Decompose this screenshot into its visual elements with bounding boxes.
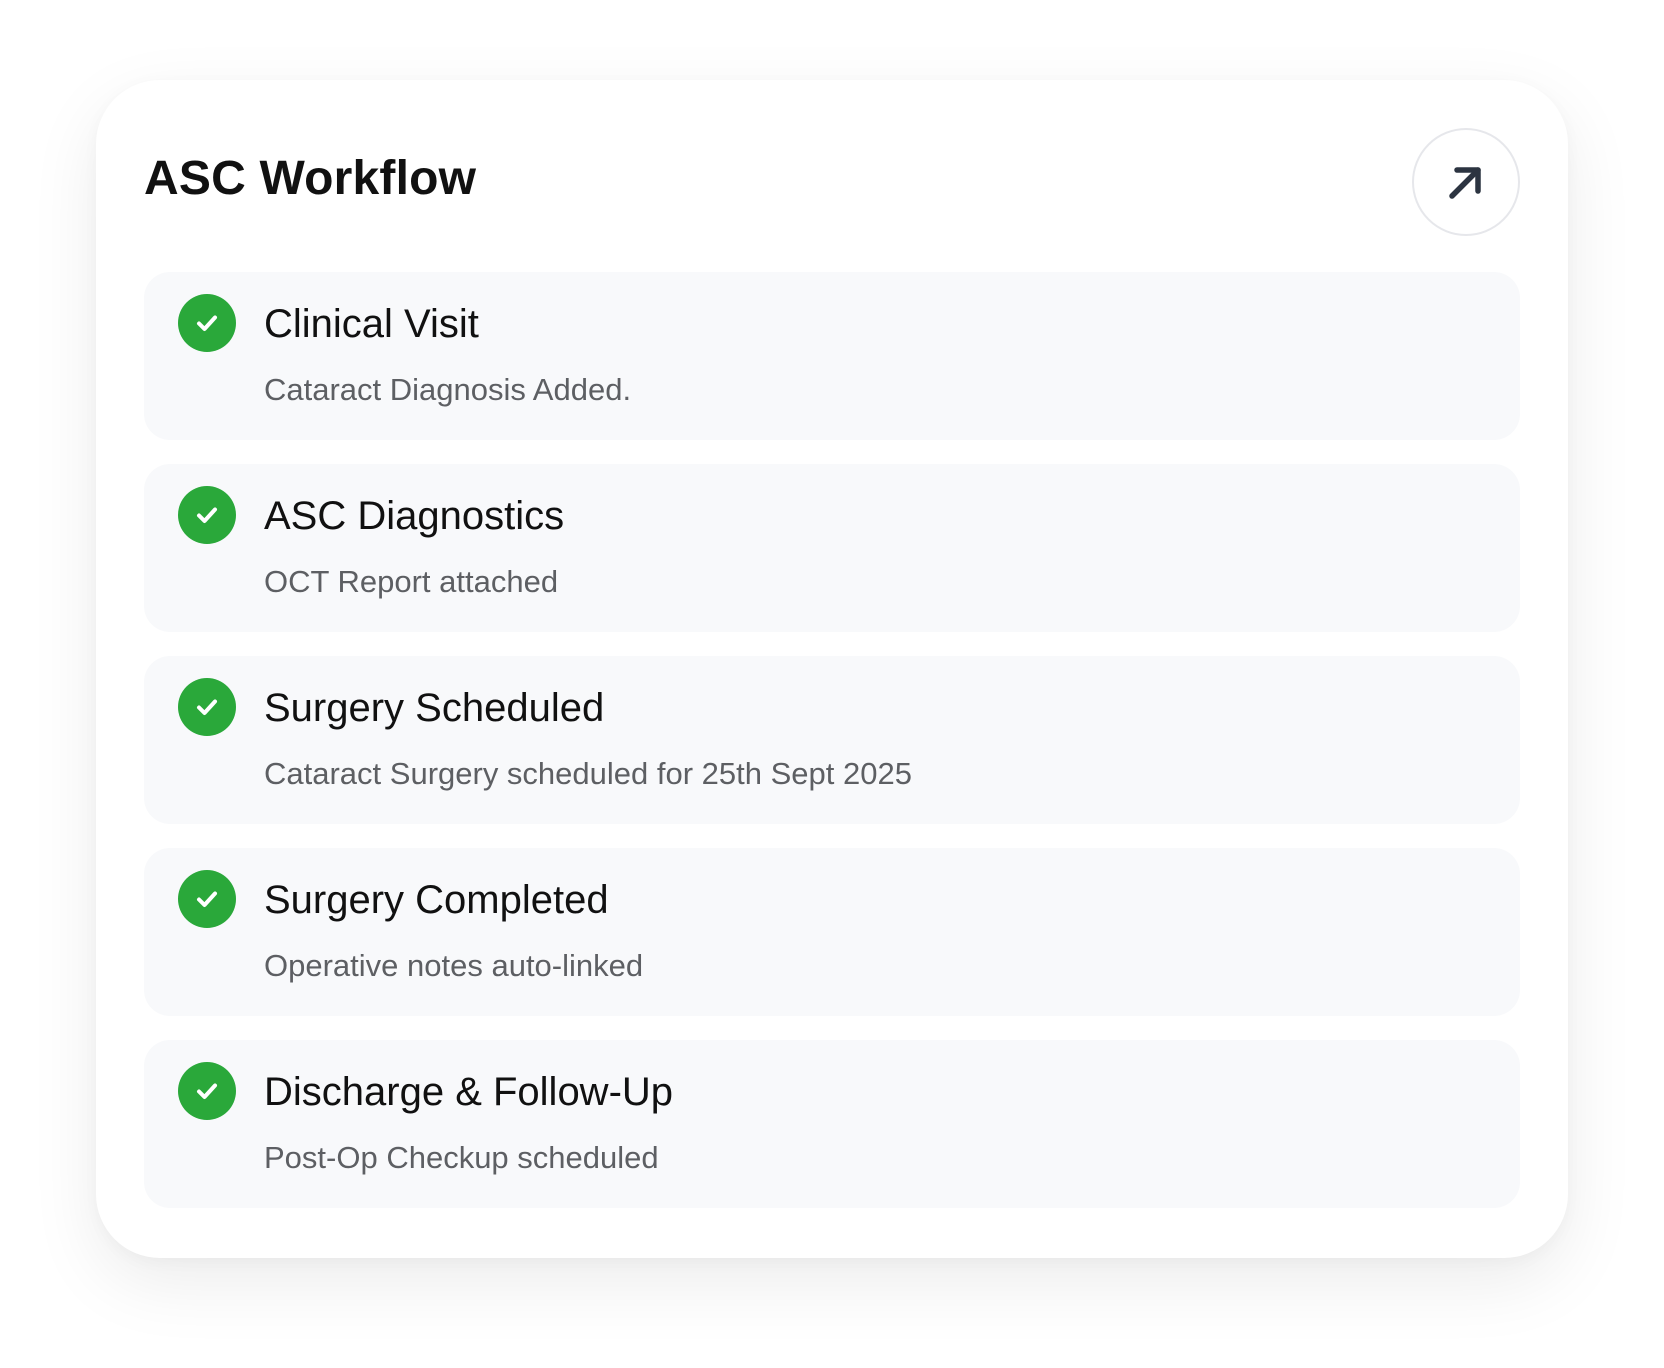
card-header: ASC Workflow: [144, 128, 1520, 240]
step-title: Surgery Completed: [264, 878, 609, 922]
check-circle-icon: [178, 1062, 236, 1120]
workflow-step-surgery-completed[interactable]: Surgery Completed Operative notes auto-l…: [144, 848, 1520, 1016]
step-description: Cataract Surgery scheduled for 25th Sept…: [264, 756, 912, 791]
page: ASC Workflow Clinical Visit Cataract Dia…: [0, 0, 1664, 1368]
check-circle-icon: [178, 870, 236, 928]
workflow-steps: Clinical Visit Cataract Diagnosis Added.…: [144, 272, 1520, 1232]
workflow-step-surgery-scheduled[interactable]: Surgery Scheduled Cataract Surgery sched…: [144, 656, 1520, 824]
workflow-step-discharge-follow-up[interactable]: Discharge & Follow-Up Post-Op Checkup sc…: [144, 1040, 1520, 1208]
step-description: OCT Report attached: [264, 564, 559, 599]
expand-button[interactable]: [1412, 128, 1520, 236]
step-description: Operative notes auto-linked: [264, 948, 644, 983]
step-description: Post-Op Checkup scheduled: [264, 1140, 659, 1175]
arrow-up-right-icon: [1444, 160, 1488, 204]
step-title: Surgery Scheduled: [264, 686, 605, 730]
check-circle-icon: [178, 294, 236, 352]
workflow-step-asc-diagnostics[interactable]: ASC Diagnostics OCT Report attached: [144, 464, 1520, 632]
check-circle-icon: [178, 678, 236, 736]
workflow-card: ASC Workflow Clinical Visit Cataract Dia…: [96, 80, 1568, 1258]
workflow-step-clinical-visit[interactable]: Clinical Visit Cataract Diagnosis Added.: [144, 272, 1520, 440]
check-circle-icon: [178, 486, 236, 544]
step-description: Cataract Diagnosis Added.: [264, 372, 632, 407]
step-title: ASC Diagnostics: [264, 494, 565, 538]
card-title: ASC Workflow: [144, 152, 477, 205]
step-title: Discharge & Follow-Up: [264, 1070, 674, 1114]
step-title: Clinical Visit: [264, 302, 479, 346]
